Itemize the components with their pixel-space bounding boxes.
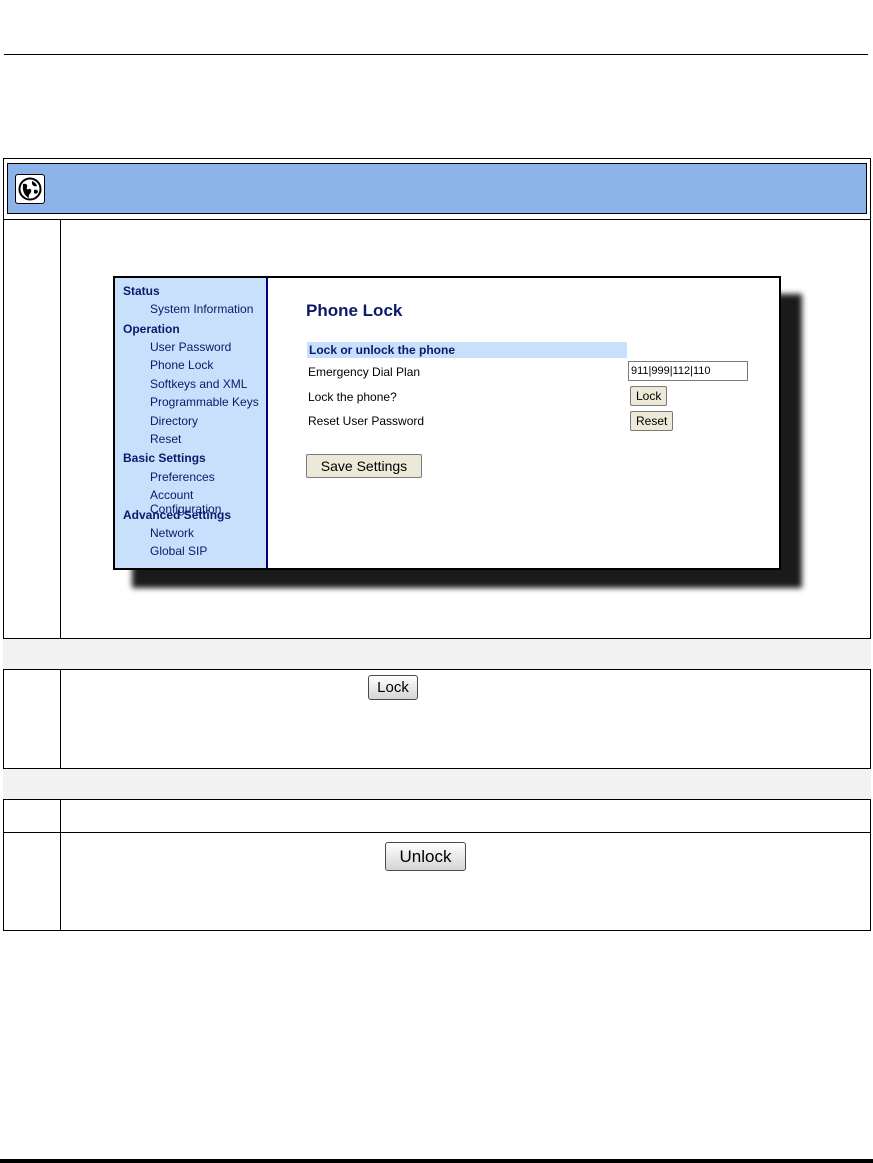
- lock-phone-label: Lock the phone?: [308, 390, 397, 404]
- step-column-divider: [60, 219, 61, 638]
- row-divider: [3, 669, 871, 670]
- reset-button[interactable]: Reset: [630, 411, 674, 431]
- row-divider: [3, 799, 871, 800]
- shaded-row: [3, 769, 871, 799]
- globe-icon: [15, 174, 45, 204]
- header-band: [7, 163, 867, 214]
- web-ui-screenshot: Status System Information Operation User…: [113, 276, 781, 570]
- nav-item-programmable-keys[interactable]: Programmable Keys: [150, 395, 259, 409]
- nav-head-advanced-settings[interactable]: Advanced Settings: [123, 508, 231, 522]
- nav-item-network[interactable]: Network: [150, 526, 194, 540]
- emergency-dial-plan-input[interactable]: [628, 361, 748, 381]
- nav-item-softkeys-xml[interactable]: Softkeys and XML: [150, 377, 247, 391]
- row-divider: [3, 832, 871, 833]
- nav-item-preferences[interactable]: Preferences: [150, 470, 215, 484]
- step-column-divider: [60, 799, 61, 931]
- row-divider: [3, 219, 871, 220]
- nav-item-global-sip[interactable]: Global SIP: [150, 544, 207, 558]
- web-ui-nav: Status System Information Operation User…: [115, 278, 268, 568]
- nav-item-phone-lock[interactable]: Phone Lock: [150, 358, 213, 372]
- step-column-divider: [60, 669, 61, 768]
- nav-item-system-information[interactable]: System Information: [150, 302, 253, 316]
- save-settings-button[interactable]: Save Settings: [306, 454, 422, 478]
- row-divider: [3, 638, 871, 639]
- nav-head-basic-settings[interactable]: Basic Settings: [123, 451, 206, 465]
- dial-plan-label: Emergency Dial Plan: [308, 365, 421, 379]
- inline-lock-button[interactable]: Lock: [368, 675, 418, 700]
- nav-head-status[interactable]: Status: [123, 284, 160, 298]
- top-rule: [4, 54, 868, 55]
- row-divider: [3, 768, 871, 769]
- nav-head-operation[interactable]: Operation: [123, 322, 180, 336]
- lock-button[interactable]: Lock: [630, 386, 668, 406]
- inline-unlock-button[interactable]: Unlock: [385, 842, 466, 871]
- nav-item-user-password[interactable]: User Password: [150, 340, 231, 354]
- nav-item-directory[interactable]: Directory: [150, 414, 198, 428]
- shaded-row: [3, 639, 871, 669]
- reset-password-label: Reset User Password: [308, 414, 425, 428]
- page-title: Phone Lock: [306, 301, 403, 320]
- nav-item-reset[interactable]: Reset: [150, 432, 181, 446]
- bottom-rule: [0, 1159, 873, 1163]
- section-header: Lock or unlock the phone: [307, 342, 627, 358]
